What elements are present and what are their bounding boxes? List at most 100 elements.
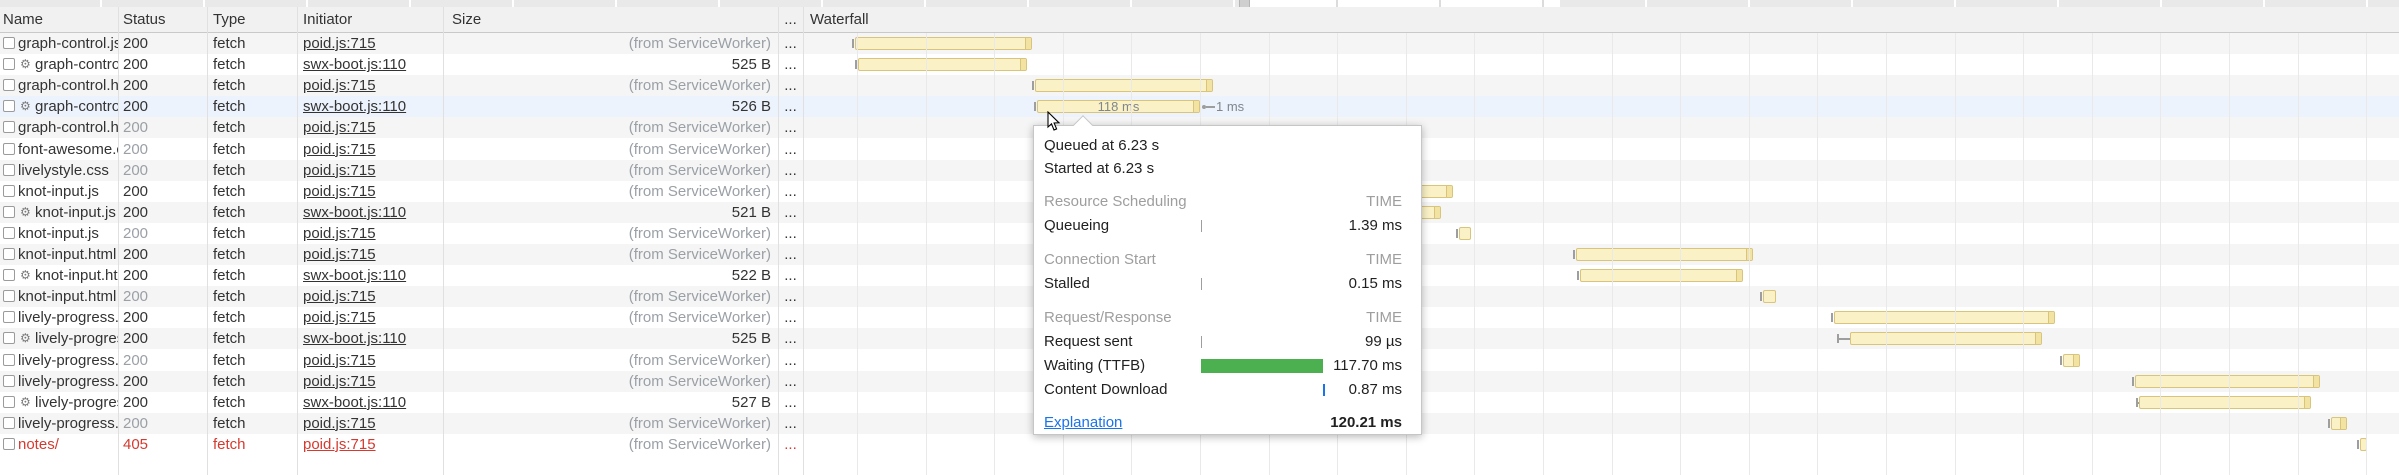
row-checkbox[interactable] — [3, 375, 15, 387]
explanation-link[interactable]: Explanation — [1044, 414, 1122, 431]
waterfall-bar[interactable] — [1035, 79, 1213, 92]
initiator-link[interactable]: poid.js:715 — [303, 225, 376, 242]
row-checkbox[interactable] — [3, 332, 15, 344]
row-checkbox[interactable] — [3, 311, 15, 323]
column-header-size[interactable]: Size — [452, 7, 481, 32]
initiator-link[interactable]: poid.js:715 — [303, 288, 376, 305]
initiator-link[interactable]: poid.js:715 — [303, 309, 376, 326]
tooltip-time-column-label: TIME — [1366, 248, 1402, 272]
initiator-link[interactable]: swx-boot.js:110 — [303, 204, 406, 221]
column-header-type[interactable]: Type — [213, 7, 246, 32]
cell-status: 200 — [123, 117, 203, 138]
waterfall-duration-label: 1 ms — [1216, 96, 1244, 117]
initiator-link[interactable]: poid.js:715 — [303, 141, 376, 158]
waterfall-bar[interactable] — [1834, 311, 2055, 324]
waterfall-bar[interactable] — [2331, 417, 2347, 430]
row-checkbox[interactable] — [3, 58, 15, 70]
initiator-link[interactable]: poid.js:715 — [303, 352, 376, 369]
row-checkbox[interactable] — [3, 185, 15, 197]
cell-type: fetch — [213, 371, 293, 392]
cell-initiator: poid.js:715 — [303, 223, 439, 244]
cell-size: (from ServiceWorker) — [443, 413, 771, 434]
waterfall-bar[interactable] — [2139, 396, 2311, 409]
waterfall-bar[interactable] — [1763, 290, 1776, 303]
cell-more-columns: ... — [778, 54, 803, 75]
cell-status: 200 — [123, 244, 203, 265]
column-header-more[interactable]: ... — [778, 7, 803, 32]
row-checkbox[interactable] — [3, 37, 15, 49]
column-header-name[interactable]: Name — [3, 7, 43, 32]
waterfall-gridline — [1955, 33, 1956, 475]
initiator-link[interactable]: swx-boot.js:110 — [303, 56, 406, 73]
row-checkbox[interactable] — [3, 206, 15, 218]
row-checkbox[interactable] — [3, 290, 15, 302]
cell-size: (from ServiceWorker) — [443, 160, 771, 181]
initiator-link[interactable]: poid.js:715 — [303, 119, 376, 136]
row-checkbox[interactable] — [3, 121, 15, 133]
overview-window-handle[interactable] — [1239, 0, 1250, 7]
row-checkbox[interactable] — [3, 354, 15, 366]
initiator-link[interactable]: poid.js:715 — [303, 373, 376, 390]
initiator-link[interactable]: poid.js:715 — [303, 77, 376, 94]
cell-size: (from ServiceWorker) — [443, 75, 771, 96]
row-checkbox[interactable] — [3, 248, 15, 260]
initiator-link[interactable]: poid.js:715 — [303, 246, 376, 263]
cell-name: lively-progress.h... — [18, 413, 118, 434]
cell-type: fetch — [213, 160, 293, 181]
cell-type: fetch — [213, 434, 293, 455]
waterfall-whisker-line — [1837, 338, 1850, 340]
column-header-initiator[interactable]: Initiator — [303, 7, 352, 32]
column-header-waterfall[interactable]: Waterfall — [810, 7, 869, 32]
initiator-link[interactable]: swx-boot.js:110 — [303, 98, 406, 115]
row-checkbox[interactable] — [3, 396, 15, 408]
waterfall-bar[interactable] — [1850, 332, 2042, 345]
waterfall-bar[interactable] — [1576, 248, 1753, 261]
cell-more-columns: ... — [778, 33, 803, 54]
waterfall-bar[interactable] — [2063, 354, 2080, 367]
waterfall-bar[interactable] — [1459, 227, 1471, 240]
column-divider — [778, 7, 779, 475]
initiator-link[interactable]: swx-boot.js:110 — [303, 330, 406, 347]
waterfall-gridline — [2366, 33, 2367, 475]
overview-gridline — [1748, 0, 1750, 7]
initiator-link[interactable]: poid.js:715 — [303, 162, 376, 179]
initiator-link[interactable]: swx-boot.js:110 — [303, 394, 406, 411]
row-checkbox[interactable] — [3, 100, 15, 112]
waterfall-bar[interactable] — [858, 58, 1027, 71]
cell-more-columns: ... — [778, 117, 803, 138]
waterfall-bar[interactable] — [2135, 375, 2320, 388]
cell-status: 200 — [123, 265, 203, 286]
cell-initiator: poid.js:715 — [303, 244, 439, 265]
row-checkbox[interactable] — [3, 164, 15, 176]
tooltip-timing-row: Queueing1.39 ms — [1034, 214, 1421, 238]
row-checkbox[interactable] — [3, 143, 15, 155]
column-header-status[interactable]: Status — [123, 7, 166, 32]
initiator-link[interactable]: poid.js:715 — [303, 415, 376, 432]
cell-type: fetch — [213, 139, 293, 160]
cell-name: knot-input.html — [18, 286, 118, 307]
cell-more-columns: ... — [778, 244, 803, 265]
waterfall-end-dash — [1206, 106, 1215, 108]
initiator-link[interactable]: poid.js:715 — [303, 183, 376, 200]
row-checkbox[interactable] — [3, 269, 15, 281]
cell-status: 200 — [123, 33, 203, 54]
cell-name: knot-input.ht... — [35, 265, 118, 286]
overview-gridline — [512, 0, 514, 7]
initiator-link[interactable]: poid.js:715 — [303, 35, 376, 52]
tooltip-section-header: Request/ResponseTIME — [1034, 306, 1421, 330]
row-checkbox[interactable] — [3, 227, 15, 239]
network-panel: NameStatusTypeInitiatorSize...Waterfall … — [0, 0, 2399, 475]
cell-more-columns: ... — [778, 434, 803, 455]
row-checkbox[interactable] — [3, 438, 15, 450]
cell-type: fetch — [213, 223, 293, 244]
row-checkbox[interactable] — [3, 417, 15, 429]
network-overview-strip[interactable] — [0, 0, 2399, 7]
waterfall-bar[interactable] — [855, 37, 1032, 50]
waterfall-bar[interactable] — [1580, 269, 1743, 282]
cell-size: (from ServiceWorker) — [443, 244, 771, 265]
initiator-link[interactable]: swx-boot.js:110 — [303, 267, 406, 284]
cell-more-columns: ... — [778, 413, 803, 434]
row-checkbox[interactable] — [3, 79, 15, 91]
tooltip-timing-row: Request sent99 µs — [1034, 330, 1421, 354]
initiator-link[interactable]: poid.js:715 — [303, 436, 376, 453]
